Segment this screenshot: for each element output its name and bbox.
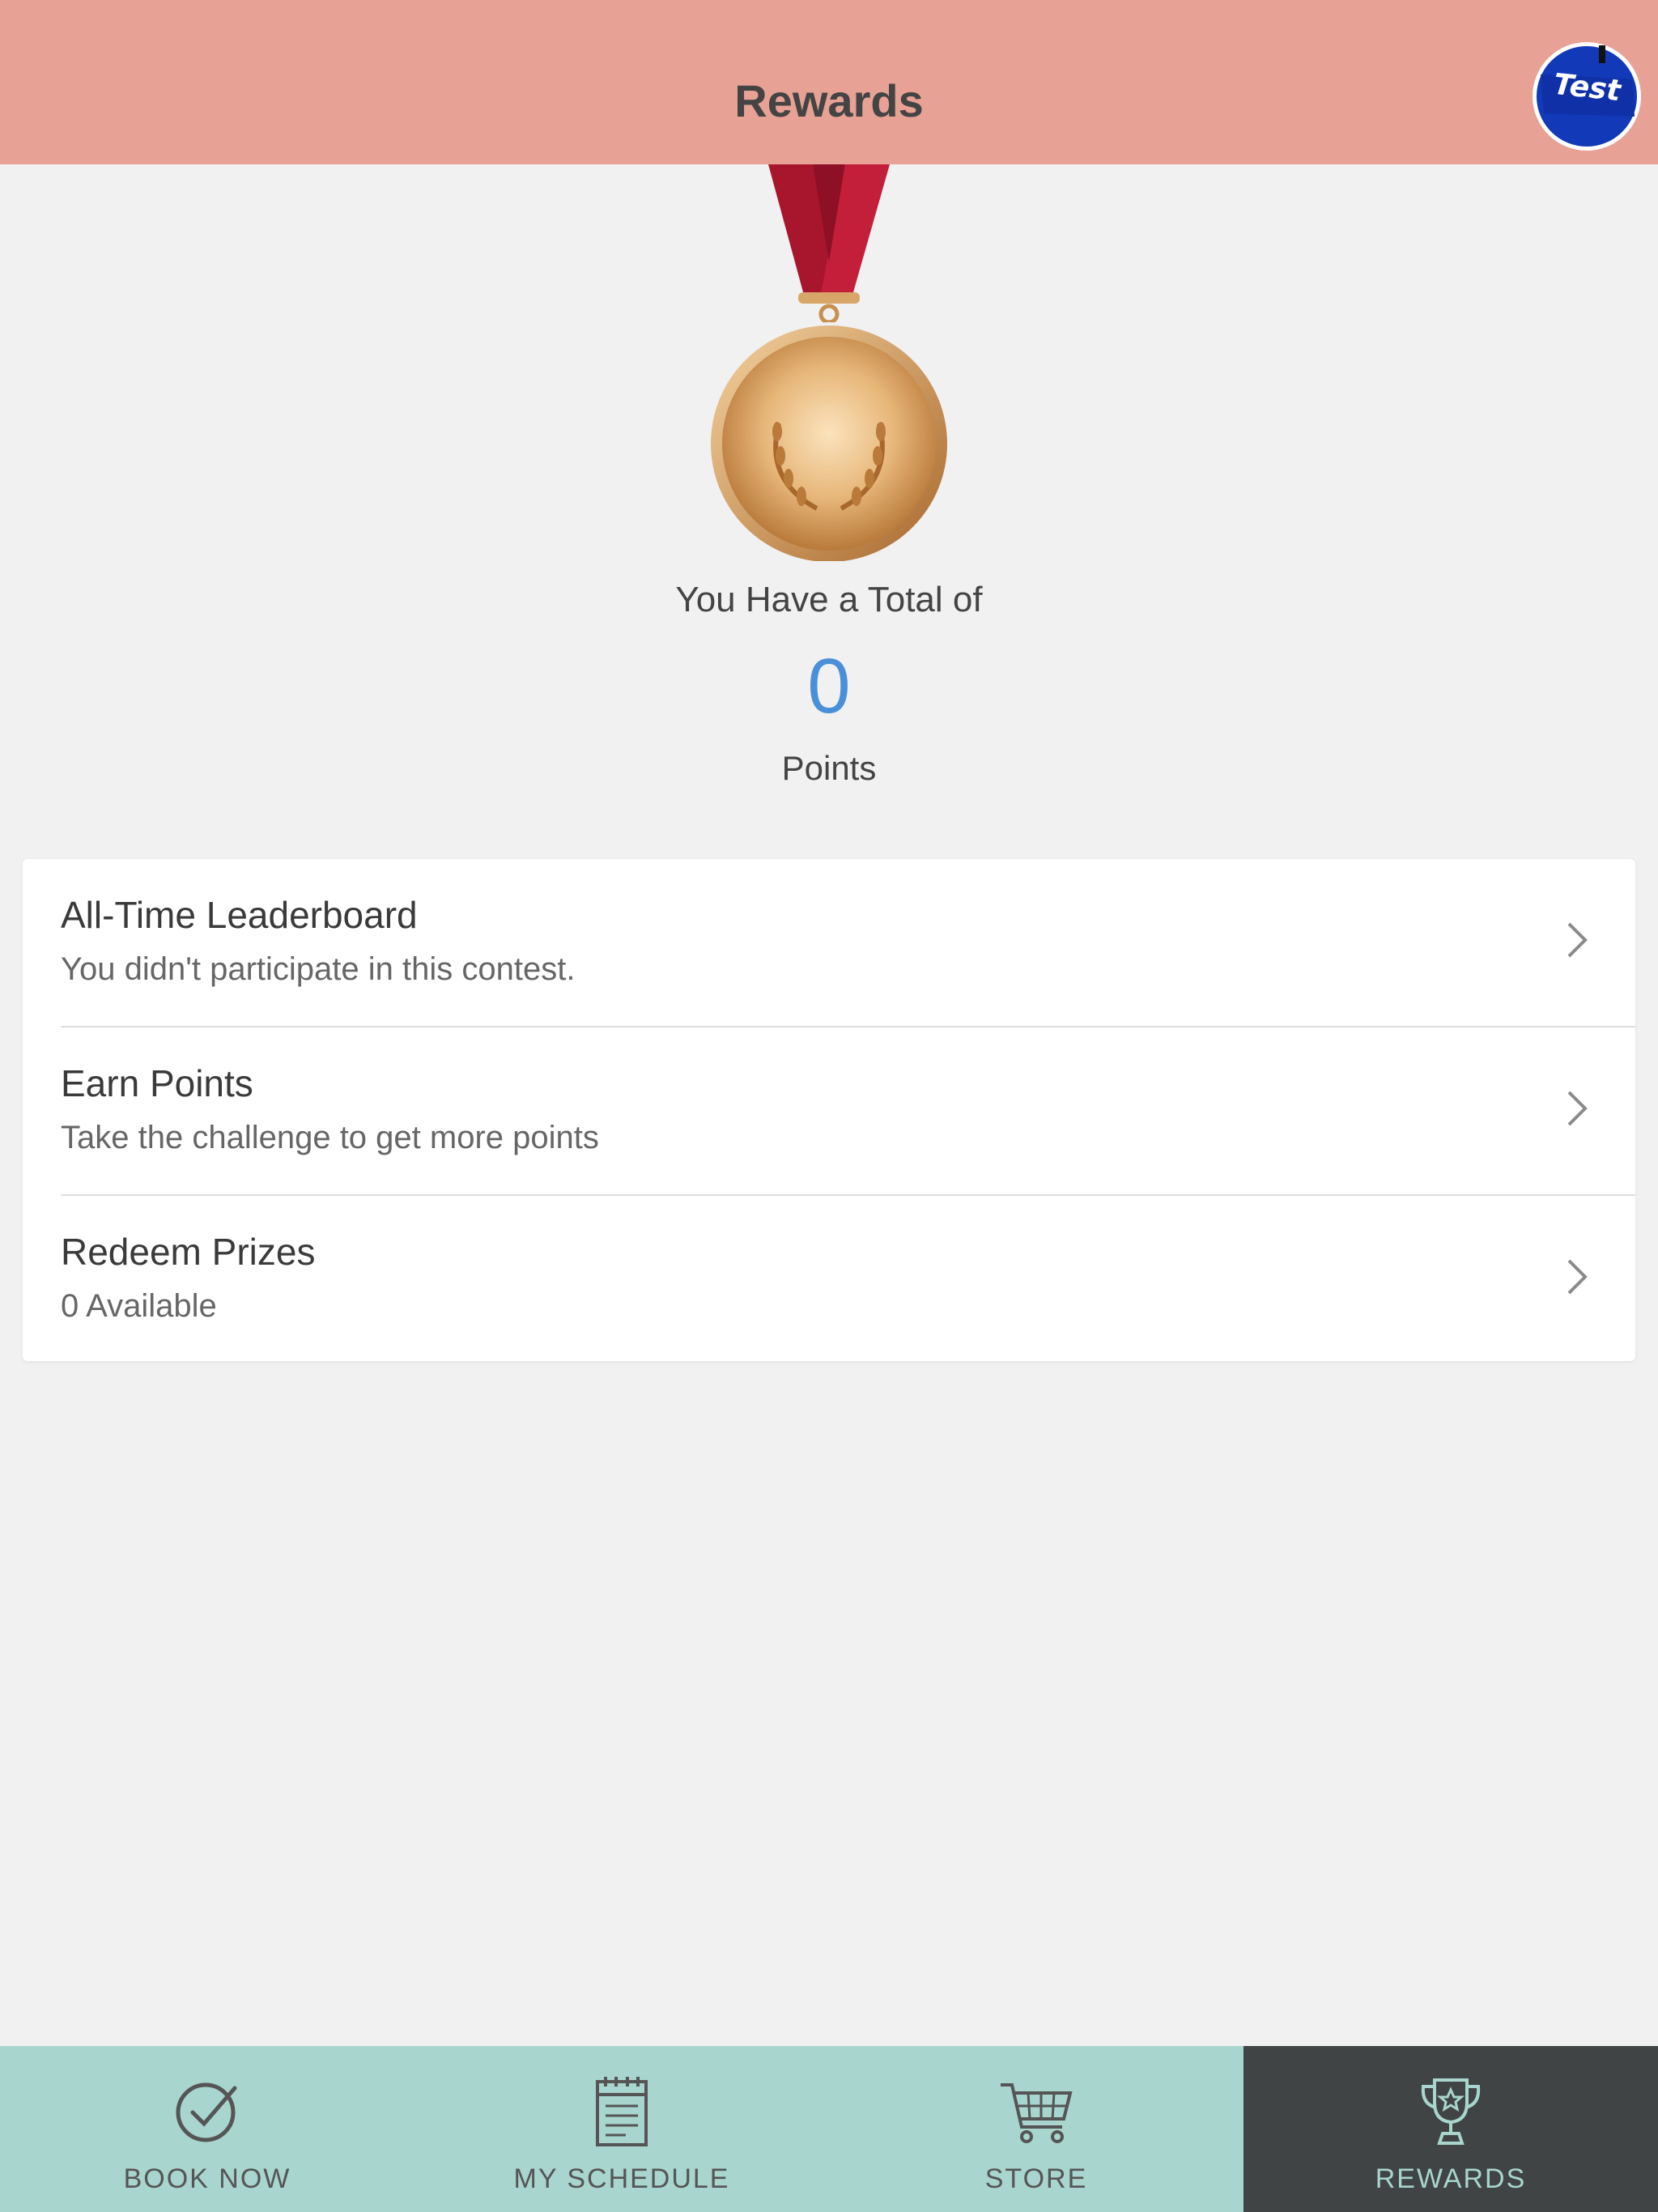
check-circle-icon: [176, 2082, 237, 2142]
menu-item-title: All-Time Leaderboard: [61, 894, 418, 936]
tab-label: MY SCHEDULE: [513, 2163, 730, 2194]
bottom-tab-bar: BOOK NOW MY SCHEDULE STORE REWARDS: [0, 2046, 1658, 2212]
tab-label: REWARDS: [1375, 2163, 1527, 2194]
calendar-icon: [596, 2077, 648, 2146]
avatar-image: Test: [1533, 43, 1640, 150]
page-title: Rewards: [734, 75, 924, 126]
menu-item-redeem-prizes[interactable]: Redeem Prizes 0 Available: [23, 1196, 1635, 1363]
tab-label: BOOK NOW: [123, 2163, 291, 2194]
rewards-menu-card: All-Time Leaderboard You didn't particip…: [23, 859, 1635, 1361]
menu-item-subtitle: You didn't participate in this contest.: [61, 951, 576, 987]
chevron-right-icon: [1567, 1091, 1588, 1126]
menu-item-title: Earn Points: [61, 1062, 253, 1104]
menu-item-leaderboard[interactable]: All-Time Leaderboard You didn't particip…: [23, 859, 1635, 1027]
tab-store[interactable]: STORE: [829, 2046, 1244, 2212]
points-total-label: You Have a Total of: [675, 580, 983, 619]
menu-item-subtitle: 0 Available: [61, 1288, 217, 1324]
profile-avatar[interactable]: Test: [1533, 42, 1641, 151]
chevron-right-icon: [1567, 1259, 1588, 1295]
menu-item-title: Redeem Prizes: [61, 1231, 316, 1273]
tab-rewards[interactable]: REWARDS: [1244, 2046, 1658, 2212]
tab-book-now[interactable]: BOOK NOW: [0, 2046, 414, 2212]
menu-item-earn-points[interactable]: Earn Points Take the challenge to get mo…: [23, 1027, 1635, 1195]
tab-my-schedule[interactable]: MY SCHEDULE: [414, 2046, 829, 2212]
menu-item-subtitle: Take the challenge to get more points: [61, 1120, 599, 1155]
tab-label: STORE: [984, 2163, 1088, 2194]
medal-icon: [708, 164, 950, 561]
trophy-icon: [1421, 2078, 1481, 2145]
chevron-right-icon: [1567, 922, 1588, 958]
points-unit-label: Points: [781, 749, 877, 787]
points-value: 0: [807, 643, 851, 730]
cart-icon: [1001, 2083, 1073, 2143]
app-header: Rewards Test: [0, 0, 1658, 164]
